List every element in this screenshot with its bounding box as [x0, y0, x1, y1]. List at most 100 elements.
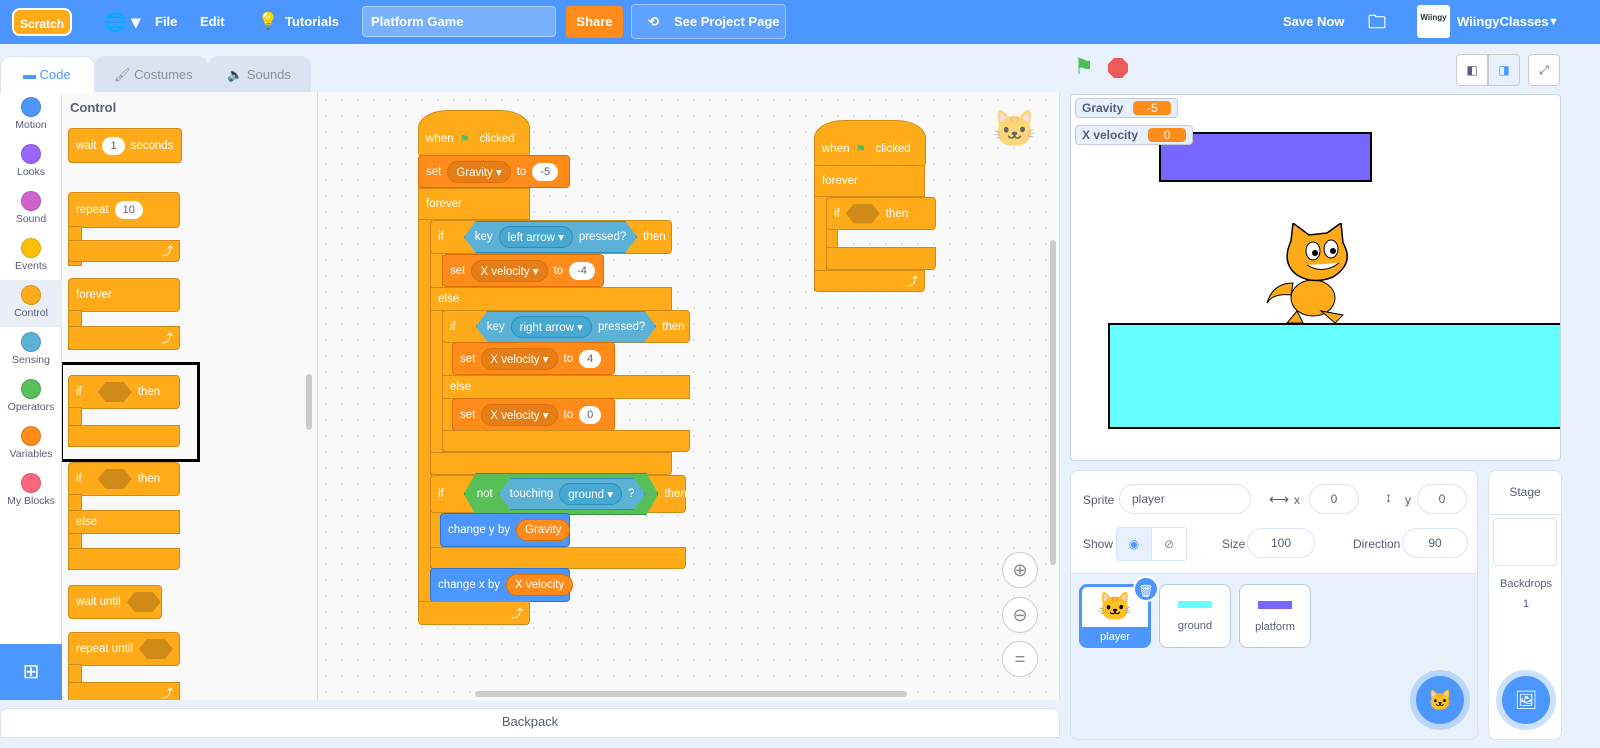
zoom-out-button[interactable]: ⊖	[1002, 597, 1038, 633]
edit-menu[interactable]: Edit	[200, 0, 225, 44]
category-motion[interactable]: Motion	[0, 92, 62, 139]
x-input[interactable]: 0	[1309, 484, 1359, 514]
if-then-else-block[interactable]: if then	[68, 462, 180, 496]
forever-block[interactable]: forever	[418, 188, 530, 220]
set-x-velocity-block[interactable]: set X velocity ▾ to -4	[442, 254, 604, 287]
variable-dropdown[interactable]: X velocity ▾	[471, 259, 548, 282]
not-block[interactable]: not touching ground ▾?	[464, 473, 659, 515]
if-then-block[interactable]: if then	[826, 197, 936, 230]
category-events[interactable]: Events	[0, 233, 62, 280]
y-input[interactable]: 0	[1417, 484, 1467, 514]
value-input[interactable]: 0	[579, 405, 602, 424]
choose-backdrop-button[interactable]: 🖼	[1502, 676, 1550, 724]
change-x-block[interactable]: change x by X velocity	[430, 568, 574, 602]
wait-input[interactable]: 1	[102, 136, 125, 155]
value-input[interactable]: -5	[532, 162, 559, 181]
project-title-input[interactable]: Platform Game	[362, 6, 556, 37]
value-input[interactable]: 4	[579, 349, 602, 368]
show-visible-eye-icon[interactable]: ◉	[1116, 527, 1152, 561]
repeat-until-block[interactable]: repeat until	[68, 632, 180, 666]
if-not-touching-block[interactable]: if not touching ground ▾? then	[430, 473, 687, 515]
when-flag-clicked-hat[interactable]: when ⚑ clicked	[418, 110, 530, 157]
size-input[interactable]: 100	[1247, 528, 1315, 558]
add-extension-button[interactable]: ⊞	[0, 644, 62, 700]
choose-sprite-button[interactable]: 🐱	[1416, 676, 1464, 724]
category-sound[interactable]: Sound	[0, 186, 62, 233]
touching-block[interactable]: touching ground ▾?	[499, 478, 646, 510]
green-flag-button[interactable]: ⚑	[1074, 56, 1094, 78]
set-gravity-block[interactable]: set Gravity ▾ to -5	[418, 155, 570, 188]
folder-icon[interactable]: 🗀	[1368, 0, 1386, 44]
value-input[interactable]: -4	[569, 261, 595, 280]
horizontal-scrollbar[interactable]	[475, 691, 907, 697]
stop-button[interactable]	[1108, 58, 1128, 78]
change-y-block[interactable]: change y by Gravity	[440, 513, 571, 547]
username-menu[interactable]: WiingyClasses	[1457, 0, 1549, 44]
category-operators[interactable]: Operators	[0, 374, 62, 421]
zoom-reset-button[interactable]: =	[1002, 641, 1038, 677]
category-variables[interactable]: Variables	[0, 421, 62, 468]
palette-scrollbar[interactable]	[306, 374, 312, 430]
language-globe-icon[interactable]: 🌐 ▾	[104, 0, 140, 44]
variable-dropdown[interactable]: X velocity ▾	[481, 403, 558, 426]
normal-stage-button[interactable]: ◨	[1488, 54, 1520, 86]
sprite-name-input[interactable]: player	[1119, 484, 1251, 514]
small-stage-button[interactable]: ◧	[1456, 54, 1488, 86]
variable-dropdown[interactable]: Gravity ▾	[447, 160, 511, 183]
category-my-blocks[interactable]: My Blocks	[0, 468, 62, 515]
tab-sounds[interactable]: 🔈 Sounds	[208, 56, 311, 93]
repeat-input[interactable]: 10	[114, 201, 143, 219]
fullscreen-button[interactable]: ⤢	[1528, 54, 1560, 86]
tab-costumes[interactable]: 🖌 Costumes	[95, 56, 208, 93]
if-then-block[interactable]: if then	[68, 375, 180, 409]
gravity-reporter[interactable]: Gravity	[516, 519, 571, 541]
set-x-velocity-block[interactable]: set X velocity ▾ to 4	[452, 342, 615, 375]
condition-slot[interactable]	[97, 469, 132, 489]
tab-code-label: Code	[39, 67, 71, 82]
condition-slot[interactable]	[97, 382, 132, 402]
category-control[interactable]: Control	[0, 280, 62, 327]
delete-trash-icon[interactable]: 🗑	[1133, 576, 1159, 602]
scratch-logo[interactable]: Scratch	[12, 8, 73, 36]
set-x-velocity-block[interactable]: set X velocity ▾ to 0	[452, 398, 615, 431]
share-button[interactable]: Share	[566, 6, 623, 38]
key-dropdown[interactable]: left arrow ▾	[499, 226, 573, 248]
direction-input[interactable]: 90	[1402, 528, 1468, 558]
sprite-tile-ground[interactable]: ground	[1159, 584, 1231, 648]
tab-code[interactable]: ▬ Code	[0, 56, 95, 93]
wait-seconds-block[interactable]: wait 1 seconds	[68, 128, 182, 163]
x-velocity-reporter[interactable]: X velocity	[506, 574, 574, 596]
see-project-page-button[interactable]: ⟲ See Project Page	[631, 4, 786, 39]
touching-dropdown[interactable]: ground ▾	[559, 483, 622, 505]
wait-until-block[interactable]: wait until	[68, 585, 162, 619]
tutorials-menu[interactable]: Tutorials	[285, 0, 339, 44]
stage[interactable]: Gravity -5 X velocity 0	[1070, 94, 1561, 461]
code-workspace[interactable]: when ⚑ clicked set Gravity ▾ to -5 forever if…	[318, 92, 1060, 700]
variable-dropdown[interactable]: X velocity ▾	[481, 347, 558, 370]
key-pressed-block[interactable]: key left arrow ▾ pressed?	[464, 221, 637, 253]
forever-block[interactable]: forever	[68, 278, 180, 312]
save-now-button[interactable]: Save Now	[1283, 0, 1344, 44]
avatar[interactable]: Wiingy	[1417, 5, 1450, 38]
key-dropdown[interactable]: right arrow ▾	[511, 316, 592, 338]
condition-slot[interactable]	[138, 639, 173, 659]
condition-slot[interactable]	[126, 592, 161, 612]
hide-eye-slash-icon[interactable]: ⊘	[1151, 527, 1187, 561]
forever-block[interactable]: forever	[814, 165, 925, 197]
backpack[interactable]: Backpack	[0, 708, 1060, 738]
backdrop-thumbnail[interactable]	[1493, 518, 1557, 566]
category-looks[interactable]: Looks	[0, 139, 62, 186]
chevron-down-icon[interactable]: ▼	[1548, 0, 1559, 44]
if-else-left-block[interactable]: if key left arrow ▾ pressed? then	[430, 220, 672, 254]
repeat-block[interactable]: repeat 10	[68, 192, 180, 228]
zoom-in-button[interactable]: ⊕	[1002, 552, 1038, 588]
when-flag-clicked-hat[interactable]: when ⚑ clicked	[814, 120, 926, 167]
label: clicked	[479, 132, 515, 145]
condition-slot[interactable]	[845, 203, 880, 224]
if-else-right-block[interactable]: if key right arrow ▾ pressed? then	[442, 310, 690, 343]
file-menu[interactable]: File	[155, 0, 177, 44]
category-sensing[interactable]: Sensing	[0, 327, 62, 374]
vertical-scrollbar[interactable]	[1050, 240, 1056, 565]
sprite-tile-platform[interactable]: platform	[1239, 584, 1311, 648]
key-pressed-block[interactable]: key right arrow ▾ pressed?	[476, 311, 657, 343]
